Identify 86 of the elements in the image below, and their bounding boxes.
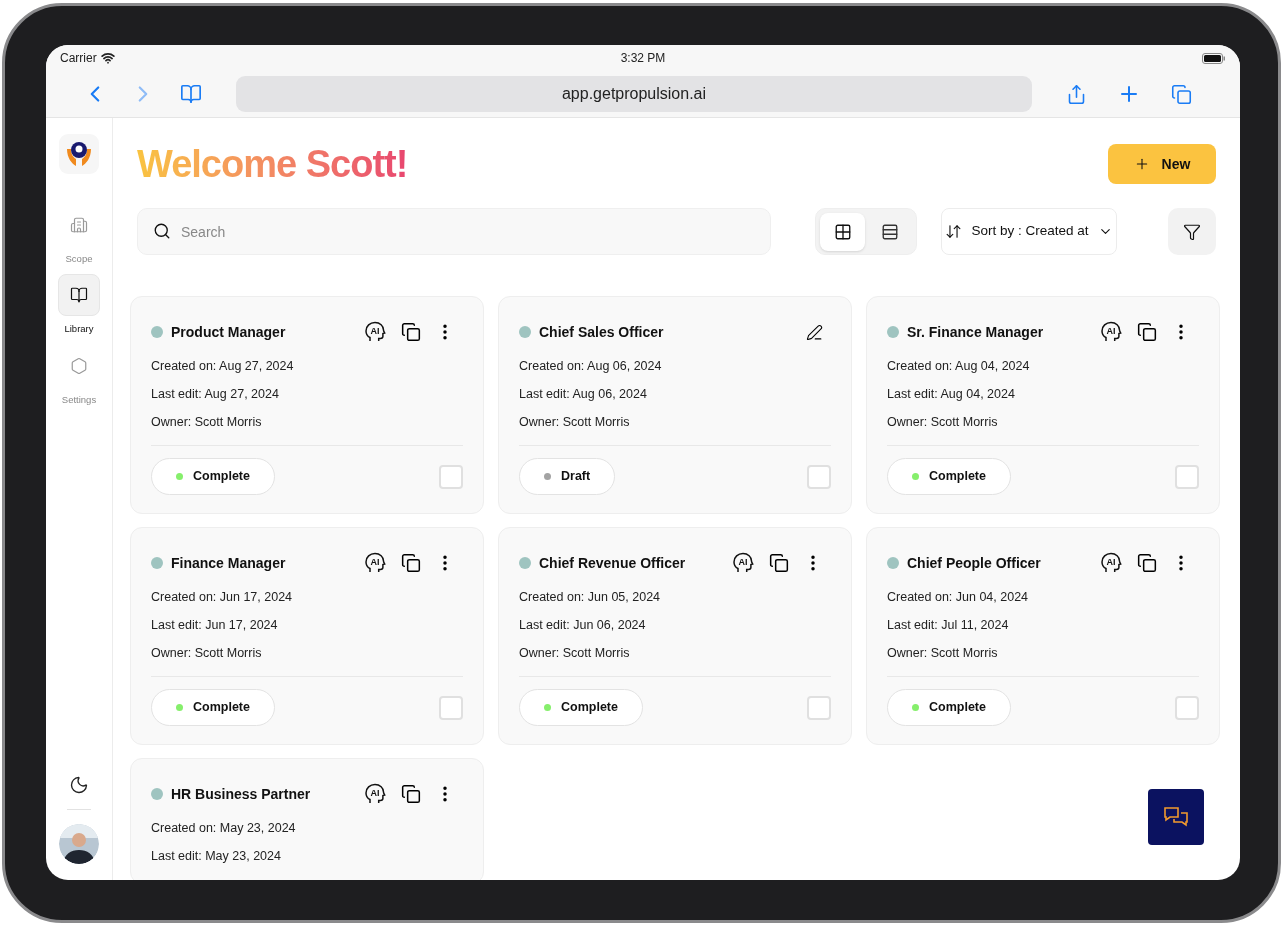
app-logo: [59, 134, 99, 174]
tabs-icon[interactable]: [1171, 83, 1192, 105]
search-icon: [153, 222, 171, 240]
role-card[interactable]: Chief Revenue Officer AI Created on: Jun 05, 2024 Last edit: Jun 06, 2024 Owner: Scott Morris Complete: [498, 527, 852, 745]
card-title: Chief Revenue Officer: [539, 553, 687, 573]
filter-button[interactable]: [1168, 208, 1216, 255]
status-pill: Complete: [887, 689, 1011, 726]
card-detail: Last edit: Aug 27, 2024: [151, 386, 280, 403]
sidebar-item[interactable]: Scope: [57, 204, 101, 267]
status-pill: Complete: [151, 458, 275, 495]
status-pill: Draft: [519, 458, 616, 495]
status-pill: Complete: [887, 458, 1011, 495]
card-detail: Owner: Scott Morris: [887, 414, 999, 431]
card-detail: Last edit: Jun 17, 2024: [151, 617, 279, 634]
copy-icon[interactable]: [769, 553, 789, 573]
status-pill: Complete: [151, 689, 275, 726]
select-checkbox[interactable]: [1175, 695, 1199, 720]
card-detail: Created on: Aug 27, 2024: [151, 358, 295, 375]
card-detail: Last edit: Jun 06, 2024: [519, 617, 647, 634]
card-detail: Last edit: Aug 04, 2024: [887, 386, 1016, 403]
wifi-icon: [100, 51, 115, 66]
ai-button[interactable]: AI: [363, 320, 387, 344]
select-checkbox[interactable]: [439, 695, 463, 720]
card-detail: Owner: Scott Morris: [151, 414, 263, 431]
copy-icon[interactable]: [401, 553, 421, 573]
list-icon: [880, 222, 899, 241]
ai-button[interactable]: AI: [731, 551, 755, 575]
share-icon[interactable]: [1066, 83, 1087, 105]
bookmarks-icon[interactable]: [180, 83, 202, 106]
ai-button[interactable]: AI: [1099, 551, 1123, 575]
role-card[interactable]: Sr. Finance Manager AI Created on: Aug 04, 2024 Last edit: Aug 04, 2024 Owner: Scott Morris Complete: [866, 296, 1220, 514]
card-detail: Owner: Scott Morris: [519, 414, 631, 431]
dark-mode-icon[interactable]: [69, 775, 89, 795]
card-detail: Created on: Aug 06, 2024: [519, 358, 663, 375]
role-card[interactable]: Finance Manager AI Created on: Jun 17, 2024 Last edit: Jun 17, 2024 Owner: Scott Morris Complete: [130, 527, 484, 745]
sort-dropdown[interactable]: Sort by : Created at: [941, 208, 1117, 255]
card-detail: Owner: Scott Morris: [887, 645, 999, 662]
status-pill: Complete: [519, 689, 643, 726]
role-card[interactable]: Chief People Officer AI Created on: Jun 04, 2024 Last edit: Jul 11, 2024 Owner: Scott Morris Complete: [866, 527, 1220, 745]
card-detail: Created on: May 23, 2024: [151, 820, 297, 837]
select-checkbox[interactable]: [1175, 464, 1199, 489]
card-title: Chief People Officer: [907, 553, 1042, 573]
card-title: Sr. Finance Manager: [907, 322, 1045, 342]
card-detail: Created on: Jun 05, 2024: [519, 589, 662, 606]
battery-icon: [1202, 52, 1226, 64]
copy-icon[interactable]: [1137, 553, 1157, 573]
ai-button[interactable]: AI: [363, 551, 387, 575]
card-detail: Created on: Aug 04, 2024: [887, 358, 1031, 375]
sort-icon: [945, 223, 963, 240]
ai-button[interactable]: AI: [1099, 320, 1123, 344]
book-icon: [70, 286, 88, 305]
role-card[interactable]: Chief Sales Officer Created on: Aug 06, 2024 Last edit: Aug 06, 2024 Owner: Scott Morris Draft: [498, 296, 852, 514]
grid-view-button[interactable]: [820, 212, 865, 251]
filter-icon: [1183, 222, 1201, 241]
settings-icon: [70, 356, 88, 375]
copy-icon[interactable]: [1137, 322, 1157, 342]
role-card[interactable]: Product Manager AI Created on: Aug 27, 2024 Last edit: Aug 27, 2024 Owner: Scott Morris Complete: [130, 296, 484, 514]
card-title: Product Manager: [171, 322, 287, 342]
card-detail: Owner: Scott Morris: [151, 645, 263, 662]
card-detail: Last edit: May 23, 2024: [151, 848, 282, 865]
card-detail: Last edit: Jul 11, 2024: [887, 617, 1010, 634]
new-button[interactable]: New: [1108, 144, 1216, 184]
select-checkbox[interactable]: [807, 464, 831, 489]
address-bar[interactable]: app.getpropulsion.ai: [236, 76, 1032, 113]
card-detail: Owner: Scott Morris: [519, 645, 631, 662]
pencil-icon[interactable]: [806, 323, 823, 341]
role-card[interactable]: HR Business Partner AI Created on: May 23, 2024 Last edit: May 23, 2024: [130, 758, 484, 880]
card-detail: Last edit: Aug 06, 2024: [519, 386, 648, 403]
clock-time: 3:32 PM: [620, 50, 666, 68]
card-detail: Created on: Jun 04, 2024: [887, 589, 1030, 606]
card-title: HR Business Partner: [171, 784, 312, 804]
copy-icon[interactable]: [401, 784, 421, 804]
card-title: Chief Sales Officer: [539, 322, 665, 342]
copy-icon[interactable]: [401, 322, 421, 342]
search-field[interactable]: Search: [137, 208, 771, 255]
chat-button[interactable]: [1148, 789, 1204, 845]
select-checkbox[interactable]: [439, 464, 463, 489]
ai-button[interactable]: AI: [363, 782, 387, 806]
card-title: Finance Manager: [171, 553, 287, 573]
carrier-label: Carrier: [60, 50, 97, 68]
card-detail: Created on: Jun 17, 2024: [151, 589, 294, 606]
grid-icon: [833, 222, 852, 241]
chat-bubbles-icon: [1163, 805, 1189, 829]
select-checkbox[interactable]: [807, 695, 831, 720]
building-icon: [70, 216, 88, 234]
sidebar-item[interactable]: Settings: [57, 344, 101, 407]
